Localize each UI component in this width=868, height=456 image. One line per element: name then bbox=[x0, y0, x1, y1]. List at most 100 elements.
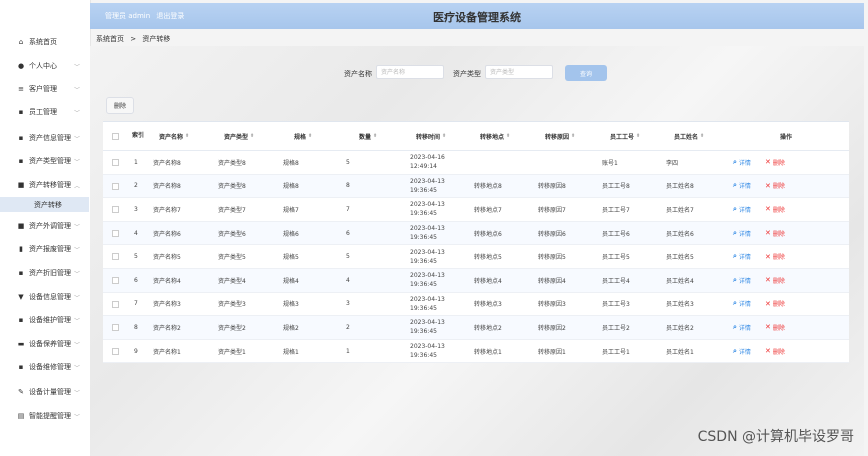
row-checkbox[interactable] bbox=[112, 324, 119, 332]
sidebar-item[interactable]: ■ 资产转移管理 ︿ bbox=[0, 174, 90, 196]
cell-employee-name: 李四 bbox=[666, 159, 679, 167]
search-icon: ⌕ bbox=[733, 204, 737, 213]
cell-transfer-place: 转移地点1 bbox=[474, 348, 502, 356]
sidebar-item[interactable]: ▼ 设备信息管理 ﹀ bbox=[0, 286, 90, 308]
row-checkbox[interactable] bbox=[112, 253, 119, 261]
book-icon: ▤ bbox=[17, 412, 25, 420]
grid-icon: ▪ bbox=[18, 363, 24, 371]
sidebar-item[interactable]: ▪ 资产信息管理 ﹀ bbox=[0, 127, 90, 149]
detail-button[interactable]: ⌕ 详情 bbox=[733, 151, 751, 174]
sidebar-item[interactable]: ▤ 智能提醒管理 ﹀ bbox=[0, 405, 90, 427]
sort-icon: ⬍ bbox=[250, 133, 255, 139]
cell-transfer-reason: 转移原因2 bbox=[538, 324, 566, 332]
col-transfer-reason[interactable]: 转移原因 ⬍ bbox=[545, 122, 575, 150]
col-transfer-time[interactable]: 转移时间 ⬍ bbox=[416, 122, 446, 150]
asset-name-input[interactable] bbox=[376, 65, 444, 79]
col-spec[interactable]: 规格 ⬍ bbox=[294, 122, 312, 150]
delete-button[interactable]: ✕ 删除 bbox=[765, 316, 785, 339]
row-checkbox[interactable] bbox=[112, 229, 119, 237]
detail-button[interactable]: ⌕ 详情 bbox=[733, 175, 751, 198]
cell-asset-type: 资产类型7 bbox=[218, 206, 246, 214]
cell-transfer-time: 2023-04-13 19:36:45 bbox=[410, 201, 445, 218]
row-checkbox[interactable] bbox=[112, 300, 119, 308]
sidebar-item[interactable]: ■ 资产外调管理 ﹀ bbox=[0, 215, 90, 237]
sidebar-item[interactable]: ⌂ 系统首页 bbox=[0, 31, 90, 53]
cell-employee-name: 员工姓名2 bbox=[666, 324, 694, 332]
cell-employee-name: 员工姓名4 bbox=[666, 277, 694, 285]
table-row: 6 资产名称4 资产类型4 规格4 4 2023-04-13 19:36:45 转移地点4 转… bbox=[103, 268, 849, 293]
detail-button[interactable]: ⌕ 详情 bbox=[733, 316, 751, 339]
chevron-down-icon: ﹀ bbox=[74, 223, 81, 231]
cell-index: 1 bbox=[134, 158, 138, 166]
cell-employee-name: 员工姓名8 bbox=[666, 183, 694, 191]
query-button[interactable]: 查询 bbox=[565, 65, 607, 81]
delete-button[interactable]: ✕ 删除 bbox=[765, 293, 785, 316]
delete-button[interactable]: ✕ 删除 bbox=[765, 340, 785, 363]
delete-button[interactable]: ✕ 删除 bbox=[765, 245, 785, 268]
delete-button[interactable]: ✕ 删除 bbox=[765, 175, 785, 198]
asset-type-input[interactable] bbox=[485, 65, 553, 79]
delete-button[interactable]: ✕ 删除 bbox=[765, 198, 785, 221]
row-checkbox[interactable] bbox=[112, 347, 119, 355]
col-asset-name[interactable]: 资产名称 ⬍ bbox=[159, 122, 189, 150]
sidebar-item[interactable]: ≡ 客户管理 ﹀ bbox=[0, 78, 90, 100]
col-employee-no[interactable]: 员工工号 ⬍ bbox=[610, 122, 640, 150]
col-index: 索引 bbox=[132, 132, 145, 139]
sidebar-item[interactable]: ▪ 员工管理 ﹀ bbox=[0, 101, 90, 123]
sort-icon: ⬍ bbox=[700, 133, 705, 139]
col-quantity[interactable]: 数量 ⬍ bbox=[359, 122, 377, 150]
delete-label: 删除 bbox=[772, 301, 785, 309]
delete-label: 删除 bbox=[772, 206, 785, 214]
sidebar-item-label: 设备信息管理 bbox=[29, 293, 71, 301]
sidebar-item[interactable]: ▪ 设备维护管理 ﹀ bbox=[0, 309, 90, 331]
row-checkbox[interactable] bbox=[112, 206, 119, 214]
cell-asset-name: 资产名称4 bbox=[153, 277, 181, 285]
row-checkbox[interactable] bbox=[112, 159, 119, 166]
search-icon: ⌕ bbox=[733, 252, 737, 261]
detail-button[interactable]: ⌕ 详情 bbox=[733, 245, 751, 268]
delete-label: 删除 bbox=[772, 277, 785, 285]
col-transfer-time-label: 转移时间 bbox=[416, 133, 441, 141]
select-all-checkbox[interactable] bbox=[112, 133, 119, 140]
col-asset-type[interactable]: 资产类型 ⬍ bbox=[224, 122, 254, 150]
cell-transfer-time: 2023-04-13 19:36:45 bbox=[410, 248, 445, 265]
close-icon: ✕ bbox=[765, 229, 771, 238]
grid-icon: ▪ bbox=[18, 316, 24, 324]
sidebar-item-label: 资产报废管理 bbox=[29, 245, 71, 253]
chevron-down-icon: ﹀ bbox=[74, 158, 81, 166]
cell-employee-no: 员工工号5 bbox=[602, 254, 630, 262]
sidebar-item[interactable]: ▬ 设备保养管理 ﹀ bbox=[0, 333, 90, 355]
col-employee-name[interactable]: 员工姓名 ⬍ bbox=[674, 122, 704, 150]
sidebar-item[interactable]: ▮ 资产报废管理 ﹀ bbox=[0, 238, 90, 260]
delete-button[interactable]: ✕ 删除 bbox=[765, 222, 785, 245]
detail-button[interactable]: ⌕ 详情 bbox=[733, 293, 751, 316]
batch-delete-button[interactable]: 删除 bbox=[106, 97, 134, 114]
edit-icon: ✎ bbox=[18, 388, 24, 396]
detail-button[interactable]: ⌕ 详情 bbox=[733, 269, 751, 292]
breadcrumb-home[interactable]: 系统首页 bbox=[96, 35, 124, 43]
delete-button[interactable]: ✕ 删除 bbox=[765, 151, 785, 174]
sidebar-item[interactable]: ● 个人中心 ﹀ bbox=[0, 55, 90, 77]
delete-button[interactable]: ✕ 删除 bbox=[765, 269, 785, 292]
sidebar-item-label: 设备维修管理 bbox=[29, 363, 71, 371]
cell-transfer-time: 2023-04-13 19:36:45 bbox=[410, 319, 445, 336]
sidebar-item-label: 设备保养管理 bbox=[29, 340, 71, 348]
row-checkbox[interactable] bbox=[112, 276, 119, 284]
sidebar-item[interactable]: ▪ 资产折旧管理 ﹀ bbox=[0, 262, 90, 284]
detail-button[interactable]: ⌕ 详情 bbox=[733, 222, 751, 245]
delete-label: 删除 bbox=[772, 348, 785, 356]
detail-button[interactable]: ⌕ 详情 bbox=[733, 198, 751, 221]
cell-transfer-reason: 转移原因4 bbox=[538, 277, 566, 285]
col-transfer-place[interactable]: 转移地点 ⬍ bbox=[480, 122, 510, 150]
search-icon: ⌕ bbox=[733, 228, 737, 237]
detail-button[interactable]: ⌕ 详情 bbox=[733, 340, 751, 363]
cell-transfer-reason: 转移原因8 bbox=[538, 183, 566, 191]
sidebar-item[interactable]: ✎ 设备计量管理 ﹀ bbox=[0, 381, 90, 403]
sidebar-subitem-asset-transfer[interactable]: 资产转移 bbox=[0, 197, 89, 212]
row-checkbox[interactable] bbox=[112, 182, 119, 190]
logout-link[interactable]: 退出登录 bbox=[156, 12, 184, 20]
sidebar-item-label: 客户管理 bbox=[29, 85, 57, 93]
sidebar-item[interactable]: ▪ 资产类型管理 ﹀ bbox=[0, 150, 90, 172]
sidebar-item[interactable]: ▪ 设备维修管理 ﹀ bbox=[0, 356, 90, 378]
cell-transfer-time: 2023-04-13 19:36:45 bbox=[410, 343, 445, 360]
